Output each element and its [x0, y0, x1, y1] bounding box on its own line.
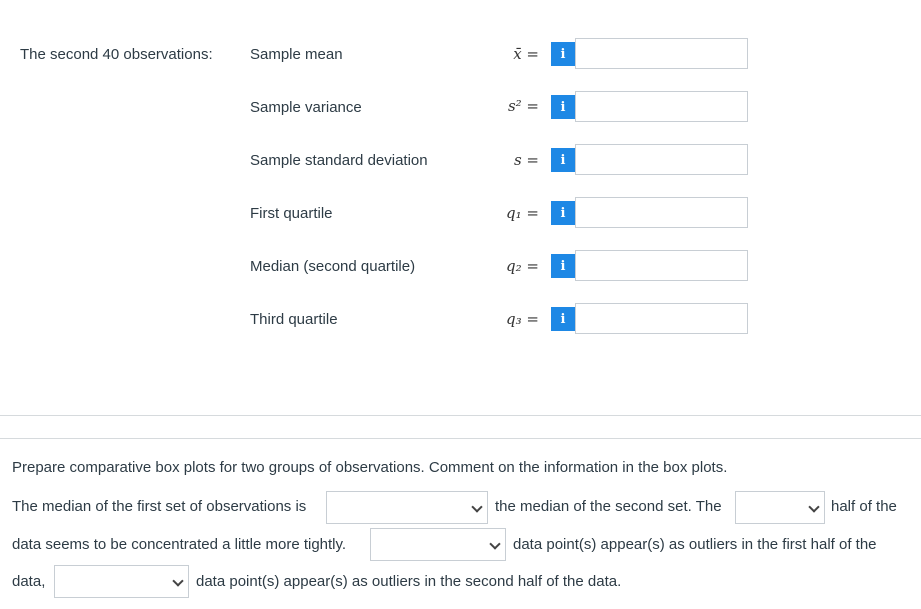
chevron-down-icon: [172, 575, 184, 587]
sentence-part-3: half of the: [831, 498, 897, 515]
sample-mean-input[interactable]: [575, 38, 748, 69]
half-select[interactable]: [735, 491, 825, 524]
symbol-s-squared: s² =: [507, 97, 539, 115]
row-label-sample-variance: Sample variance: [250, 99, 362, 116]
info-icon[interactable]: i: [551, 201, 575, 225]
sentence-part-2: the median of the second set. The: [495, 498, 722, 515]
outliers-first-half-select[interactable]: [370, 528, 506, 561]
row-label-median: Median (second quartile): [250, 258, 416, 275]
sentence-part-1: The median of the first set of observati…: [12, 498, 307, 515]
section-label: The second 40 observations:: [20, 46, 213, 63]
divider: [0, 438, 921, 439]
symbol-q3: q₃ =: [506, 310, 539, 328]
info-icon[interactable]: i: [551, 148, 575, 172]
median-input[interactable]: [575, 250, 748, 281]
first-quartile-input[interactable]: [575, 197, 748, 228]
divider: [0, 415, 921, 416]
median-comparison-select[interactable]: [326, 491, 488, 524]
chevron-down-icon: [489, 538, 501, 550]
info-icon[interactable]: i: [551, 42, 575, 66]
symbol-s: s =: [513, 151, 539, 169]
third-quartile-input[interactable]: [575, 303, 748, 334]
outliers-second-half-select[interactable]: [54, 565, 189, 598]
sample-variance-input[interactable]: [575, 91, 748, 122]
question-prompt: Prepare comparative box plots for two gr…: [12, 459, 728, 476]
symbol-q2: q₂ =: [506, 257, 539, 275]
chevron-down-icon: [808, 501, 820, 513]
sentence-part-7: data point(s) appear(s) as outliers in t…: [196, 573, 622, 590]
symbol-q1: q₁ =: [506, 204, 539, 222]
info-icon[interactable]: i: [551, 307, 575, 331]
symbol-xbar: x̄ =: [513, 45, 539, 63]
sample-std-dev-input[interactable]: [575, 144, 748, 175]
info-icon[interactable]: i: [551, 95, 575, 119]
info-icon[interactable]: i: [551, 254, 575, 278]
row-label-sample-mean: Sample mean: [250, 46, 343, 63]
sentence-part-4: data seems to be concentrated a little m…: [12, 536, 347, 553]
row-label-sample-std-dev: Sample standard deviation: [250, 152, 428, 169]
sentence-part-6: data,: [12, 573, 46, 590]
row-label-first-quartile: First quartile: [250, 205, 333, 222]
chevron-down-icon: [471, 501, 483, 513]
sentence-part-5: data point(s) appear(s) as outliers in t…: [513, 536, 877, 553]
row-label-third-quartile: Third quartile: [250, 311, 338, 328]
